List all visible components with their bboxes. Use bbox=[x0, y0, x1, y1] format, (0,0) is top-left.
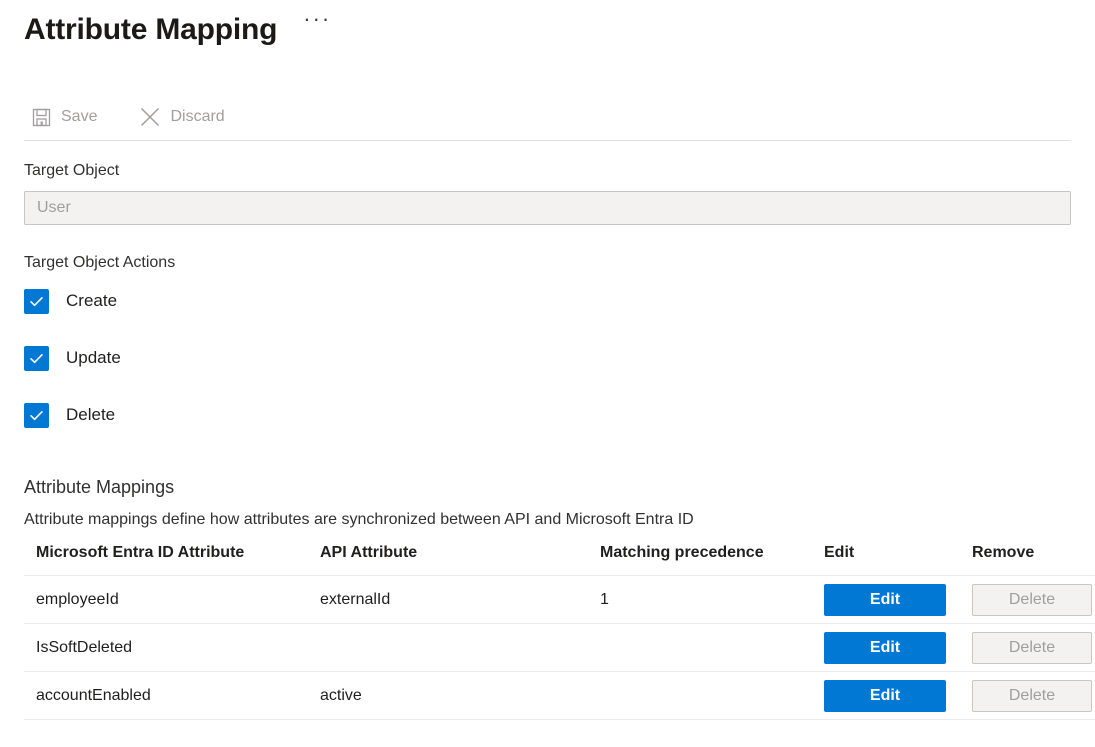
discard-button[interactable]: Discard bbox=[133, 99, 234, 135]
table-body: employeeId externalId 1 Edit Delete IsSo… bbox=[24, 576, 1095, 720]
close-x-icon bbox=[139, 106, 161, 128]
target-object-input[interactable] bbox=[24, 191, 1071, 225]
cell-entra-attribute: employeeId bbox=[24, 576, 320, 624]
cell-matching-precedence bbox=[600, 624, 824, 672]
cell-matching-precedence bbox=[600, 672, 824, 720]
target-object-actions-label: Target Object Actions bbox=[24, 253, 1071, 273]
checkbox-row-create[interactable]: Create bbox=[24, 287, 1071, 315]
checkbox-label-delete: Delete bbox=[66, 404, 115, 426]
delete-button[interactable]: Delete bbox=[972, 632, 1092, 664]
title-row: Attribute Mapping ··· bbox=[24, 0, 1071, 56]
edit-button[interactable]: Edit bbox=[824, 632, 946, 664]
cell-entra-attribute: accountEnabled bbox=[24, 672, 320, 720]
cell-remove: Delete bbox=[972, 672, 1095, 720]
discard-button-label: Discard bbox=[170, 107, 224, 127]
cell-edit: Edit bbox=[824, 624, 972, 672]
more-options-icon[interactable]: ··· bbox=[303, 16, 331, 44]
cell-matching-precedence: 1 bbox=[600, 576, 824, 624]
checkbox-row-delete[interactable]: Delete bbox=[24, 401, 1071, 429]
cell-remove: Delete bbox=[972, 624, 1095, 672]
cell-edit: Edit bbox=[824, 672, 972, 720]
cell-api-attribute: externalId bbox=[320, 576, 600, 624]
column-header-api-attribute: API Attribute bbox=[320, 544, 600, 576]
target-object-actions-list: Create Update Delete bbox=[24, 287, 1071, 429]
save-button-label: Save bbox=[61, 107, 97, 127]
command-bar: Save Discard bbox=[24, 94, 1071, 141]
page-title: Attribute Mapping bbox=[24, 12, 277, 48]
attribute-mappings-description: Attribute mappings define how attributes… bbox=[24, 510, 1071, 530]
checkmark-icon[interactable] bbox=[24, 346, 49, 371]
save-button[interactable]: Save bbox=[24, 99, 107, 135]
attribute-mappings-table: Microsoft Entra ID Attribute API Attribu… bbox=[24, 544, 1095, 720]
cell-edit: Edit bbox=[824, 576, 972, 624]
cell-remove: Delete bbox=[972, 576, 1095, 624]
edit-button[interactable]: Edit bbox=[824, 584, 946, 616]
table-row: employeeId externalId 1 Edit Delete bbox=[24, 576, 1095, 624]
delete-button[interactable]: Delete bbox=[972, 680, 1092, 712]
column-header-edit: Edit bbox=[824, 544, 972, 576]
checkbox-label-create: Create bbox=[66, 290, 117, 312]
ellipsis-icon: ··· bbox=[303, 14, 331, 24]
checkbox-row-update[interactable]: Update bbox=[24, 344, 1071, 372]
table-header: Microsoft Entra ID Attribute API Attribu… bbox=[24, 544, 1095, 576]
edit-button[interactable]: Edit bbox=[824, 680, 946, 712]
column-header-matching-precedence: Matching precedence bbox=[600, 544, 824, 576]
column-header-remove: Remove bbox=[972, 544, 1095, 576]
checkmark-icon[interactable] bbox=[24, 289, 49, 314]
target-object-label: Target Object bbox=[24, 161, 1071, 181]
cell-entra-attribute: IsSoftDeleted bbox=[24, 624, 320, 672]
attribute-mappings-heading: Attribute Mappings bbox=[24, 476, 1071, 498]
cell-api-attribute bbox=[320, 624, 600, 672]
attribute-mapping-page: Attribute Mapping ··· Save D bbox=[0, 0, 1095, 747]
table-row: accountEnabled active Edit Delete bbox=[24, 672, 1095, 720]
delete-button[interactable]: Delete bbox=[972, 584, 1092, 616]
checkmark-icon[interactable] bbox=[24, 403, 49, 428]
table-header-row: Microsoft Entra ID Attribute API Attribu… bbox=[24, 544, 1095, 576]
column-header-entra-attribute: Microsoft Entra ID Attribute bbox=[24, 544, 320, 576]
table-row: IsSoftDeleted Edit Delete bbox=[24, 624, 1095, 672]
cell-api-attribute: active bbox=[320, 672, 600, 720]
save-floppy-icon bbox=[30, 106, 52, 128]
checkbox-label-update: Update bbox=[66, 347, 121, 369]
